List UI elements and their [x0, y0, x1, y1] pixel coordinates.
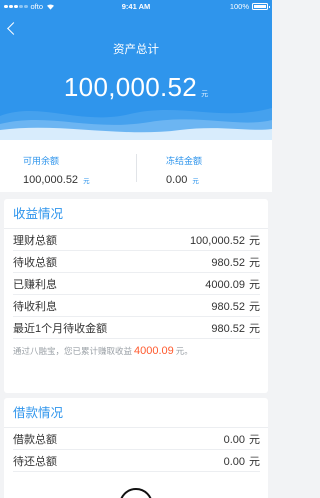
row-label: 待还总额	[13, 455, 57, 468]
list-item: 待收总额 980.52 元	[13, 251, 260, 273]
list-item: 已赚利息 4000.09 元	[13, 273, 260, 295]
row-label: 最近1个月待收金额	[13, 322, 108, 335]
row-label: 借款总额	[13, 433, 57, 446]
available-balance-value: 100,000.52	[23, 174, 79, 186]
hero-header: ofto 9:41 AM 100% 资产总计 100,000.52 元	[0, 0, 272, 140]
battery-icon	[252, 3, 270, 10]
row-value: 980.52	[211, 322, 245, 335]
balance-panel: 可用余额 100,000.52 元 冻结金额 0.00 元	[0, 140, 272, 192]
frozen-amount: 冻结金额 0.00 元	[166, 154, 202, 186]
divider	[136, 154, 137, 182]
available-balance: 可用余额 100,000.52 元	[23, 154, 90, 186]
note-suffix: 元。	[175, 346, 193, 356]
frozen-amount-value: 0.00	[166, 174, 188, 186]
loans-card: 借款情况 借款总额 0.00 元 待还总额 0.00 元	[4, 398, 268, 498]
row-label: 理财总额	[13, 234, 57, 247]
row-value: 980.52	[211, 256, 245, 269]
row-value: 4000.09	[205, 278, 245, 291]
status-bar: ofto 9:41 AM 100%	[0, 0, 272, 12]
note-prefix: 通过八融宝，您已累计赚取收益	[13, 346, 133, 356]
earnings-note: 通过八融宝，您已累计赚取收益 4000.09 元。	[13, 345, 268, 357]
list-item: 最近1个月待收金额 980.52 元	[13, 317, 260, 339]
loans-title: 借款情况	[4, 398, 268, 428]
frozen-amount-unit: 元	[192, 178, 199, 185]
total-unit: 元	[201, 91, 209, 98]
row-unit: 元	[249, 455, 260, 468]
row-label: 待收总额	[13, 256, 57, 269]
earnings-card: 收益情况 理财总额 100,000.52 元 待收总额 980.52 元 已赚利息 400…	[4, 199, 268, 393]
row-label: 已赚利息	[13, 278, 57, 291]
frozen-amount-label: 冻结金额	[166, 156, 203, 166]
list-item: 待还总额 0.00 元	[13, 450, 260, 472]
chevron-left-icon[interactable]	[7, 22, 20, 35]
list-item: 理财总额 100,000.52 元	[13, 229, 260, 251]
battery-percent: 100%	[229, 2, 249, 11]
row-label: 待收利息	[13, 300, 57, 313]
total-assets: 100,000.52 元	[0, 72, 272, 103]
row-unit: 元	[249, 300, 260, 313]
row-unit: 元	[249, 322, 260, 335]
row-unit: 元	[249, 278, 260, 291]
row-value: 100,000.52	[189, 234, 245, 247]
row-unit: 元	[249, 234, 260, 247]
row-unit: 元	[249, 256, 260, 269]
nav-bar: 资产总计	[0, 14, 272, 74]
page-title: 资产总计	[113, 44, 159, 56]
list-item: 待收利息 980.52 元	[13, 295, 260, 317]
row-value: 0.00	[223, 433, 245, 446]
available-balance-unit: 元	[83, 178, 90, 185]
row-unit: 元	[249, 433, 260, 446]
row-value: 0.00	[223, 455, 245, 468]
row-value: 980.52	[211, 300, 245, 313]
total-amount: 100,000.52	[63, 72, 198, 102]
available-balance-label: 可用余额	[23, 156, 60, 166]
note-amount: 4000.09	[134, 345, 174, 357]
list-item: 借款总额 0.00 元	[13, 428, 260, 450]
earnings-title: 收益情况	[4, 199, 268, 229]
